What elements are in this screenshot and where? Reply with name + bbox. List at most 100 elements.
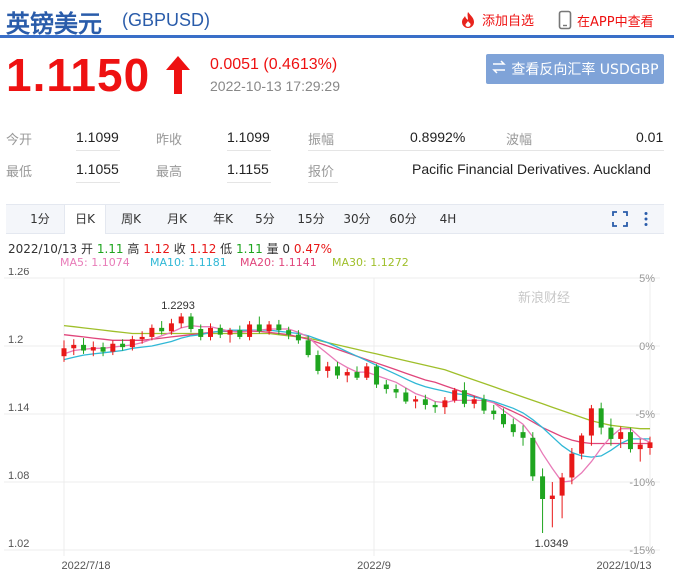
open-in-app-label: 在APP中查看 [577, 14, 654, 30]
currency-code: (GBPUSD) [122, 10, 211, 30]
axis-labels: 1.26 1.2 1.14 1.08 1.02 5% 0% -5% -10% -15% 2022/7… [8, 268, 655, 572]
y-tick-label: 1.14 [8, 402, 29, 414]
tab-weekly[interactable]: 周K [110, 205, 152, 234]
candle-body [559, 477, 565, 496]
candle-body [540, 476, 546, 499]
candle-open-label: 开 [81, 242, 94, 256]
candle-body [549, 495, 555, 499]
ma20-line [63, 330, 650, 445]
candle-body [188, 316, 194, 329]
tab-1min[interactable]: 1分 [20, 205, 60, 234]
tab-30min[interactable]: 30分 [336, 205, 378, 234]
extreme-annotation: 1.2293 [161, 300, 195, 312]
candle-close-label: 收 [173, 242, 186, 256]
candle-body [393, 389, 399, 393]
candle-body [442, 400, 448, 408]
candle-vol-label: 量 [266, 242, 279, 256]
candle-body [139, 336, 145, 340]
candle-body [354, 372, 360, 378]
wave-label: 波幅 [506, 133, 533, 148]
add-watchlist-button[interactable]: 添加自选 [459, 10, 534, 29]
candle-body [491, 410, 497, 414]
candle-body [100, 347, 106, 352]
candle-body [315, 355, 321, 371]
open-in-app-button[interactable]: 在APP中查看 [558, 10, 654, 30]
high-value: 1.1155 [227, 161, 269, 177]
up-arrow-icon [164, 54, 192, 101]
candle-info: 2022/10/13 开 1.11 高 1.12 收 1.12 低 1.11 量… [8, 240, 332, 257]
reverse-rate-button[interactable]: 查看反向汇率 USDGBP [486, 54, 664, 84]
extreme-annotation: 1.0349 [535, 538, 569, 550]
tab-4h[interactable]: 4H [428, 205, 468, 234]
candle-high-label: 高 [127, 242, 140, 256]
candle-body [471, 399, 477, 404]
candle-date: 2022/10/13 [8, 242, 78, 256]
divider [76, 182, 120, 183]
tab-daily[interactable]: 日K [64, 205, 106, 234]
prev-close-label: 昨收 [156, 133, 183, 148]
open-value: 1.1099 [76, 129, 119, 145]
candle-body [501, 414, 506, 425]
candle-body [120, 343, 126, 348]
candle-body [159, 327, 165, 332]
tab-60min[interactable]: 60分 [382, 205, 424, 234]
candle-body [295, 334, 301, 341]
candle-body [276, 324, 282, 331]
add-watchlist-label: 添加自选 [482, 14, 535, 29]
candle-body [579, 435, 585, 454]
fullscreen-icon[interactable] [612, 211, 628, 232]
y-tick-label: 1.2 [8, 334, 23, 346]
candle-body [81, 344, 87, 351]
pct-tick-label: 0% [639, 341, 655, 353]
candle-body [618, 432, 624, 439]
candle-body [286, 330, 292, 335]
candle-body [608, 427, 614, 439]
tab-15min[interactable]: 15分 [290, 205, 332, 234]
candle-body [383, 384, 389, 390]
candle-body [520, 432, 526, 438]
amplitude-value: 0.8992% [410, 129, 466, 145]
open-label: 今开 [6, 133, 33, 148]
reverse-rate-label: 查看反向汇率 USDGBP [511, 62, 659, 78]
quote-source-value: Pacific Financial Derivatives. Auckland [412, 161, 651, 177]
divider [308, 182, 338, 183]
divider [227, 150, 271, 151]
candlestick-chart[interactable]: 1.26 1.2 1.14 1.08 1.02 5% 0% -5% -10% -15% 2022/7… [0, 268, 674, 574]
candle-open: 1.11 [96, 242, 124, 256]
candle-body [481, 399, 487, 411]
tab-5min[interactable]: 5分 [248, 205, 282, 234]
candle-body [403, 392, 409, 402]
pct-tick-label: -5% [635, 409, 655, 421]
y-tick-label: 1.02 [8, 538, 29, 550]
x-tick-label: 2022/9 [357, 560, 391, 572]
candle-body [569, 453, 575, 478]
candle-body [247, 324, 253, 337]
watermark: 新浪财经 [518, 290, 570, 306]
current-price: 1.1150 [6, 49, 151, 101]
candle-body [178, 316, 184, 324]
candle-body [627, 432, 633, 450]
tab-yearly[interactable]: 年K [202, 205, 244, 234]
candle-body [256, 324, 262, 332]
x-tick-label: 2022/10/13 [596, 560, 651, 572]
candle-body [217, 327, 223, 335]
tab-monthly[interactable]: 月K [156, 205, 198, 234]
candle-body [227, 330, 233, 335]
candle-body [413, 399, 419, 402]
more-menu-icon[interactable] [642, 211, 650, 232]
candle-body [198, 329, 204, 337]
candle-body [432, 404, 438, 408]
candle-body [110, 343, 116, 352]
candle-body [530, 437, 536, 477]
candle-body [149, 327, 155, 337]
pct-tick-label: 5% [639, 273, 655, 285]
quote-time: 2022-10-13 17:29:29 [210, 78, 340, 94]
price-change: 0.0051 (0.4613%) [210, 56, 338, 73]
prev-close-value: 1.1099 [227, 129, 270, 145]
candle-close: 1.12 [189, 242, 217, 256]
fire-icon [459, 11, 477, 29]
period-tabs: 1分 日K 周K 月K 年K 5分 15分 30分 60分 4H [6, 204, 664, 234]
candle-body [71, 344, 77, 349]
page-title: 英镑美元 [6, 10, 102, 38]
candle-vol: 0 [282, 242, 291, 256]
